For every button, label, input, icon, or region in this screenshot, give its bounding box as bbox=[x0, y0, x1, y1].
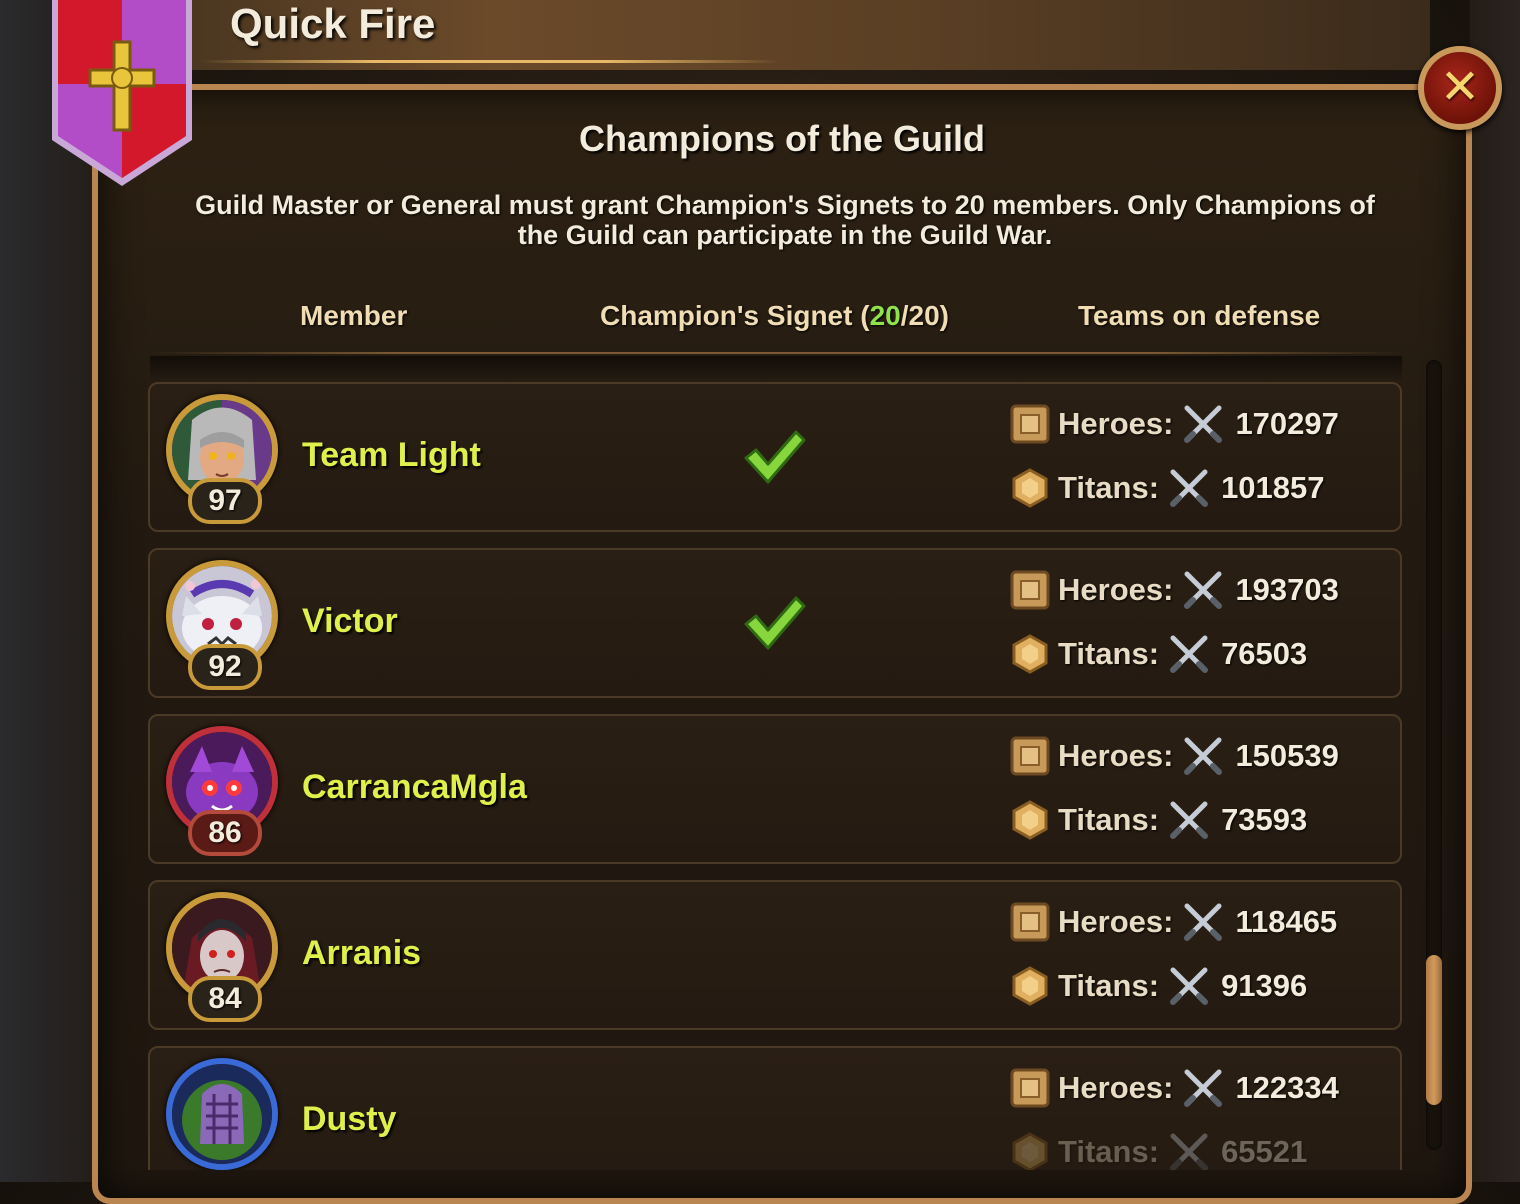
heroes-power: 150539 bbox=[1235, 738, 1339, 773]
heroes-label: Heroes: bbox=[1058, 406, 1174, 441]
heroes-defense-line: Heroes: 122334 bbox=[1010, 1066, 1339, 1110]
heroes-defense-line: Heroes: 193703 bbox=[1010, 568, 1339, 612]
dialog-title: Champions of the Guild bbox=[579, 118, 985, 159]
hero-team-icon bbox=[1010, 1068, 1050, 1108]
titan-team-icon bbox=[1012, 966, 1048, 1006]
signet-header-prefix: Champion's Signet ( bbox=[600, 300, 870, 331]
level-badge: 97 bbox=[188, 478, 262, 524]
checkmark-icon bbox=[744, 430, 806, 484]
crossed-swords-icon bbox=[1184, 405, 1223, 443]
heroes-label: Heroes: bbox=[1058, 1070, 1174, 1105]
hero-team-icon bbox=[1010, 570, 1050, 610]
crossed-swords-icon bbox=[1170, 801, 1209, 839]
guild-banner-icon bbox=[52, 0, 192, 186]
titans-power: 65521 bbox=[1221, 1134, 1308, 1169]
crossed-swords-icon bbox=[1184, 571, 1223, 609]
titans-label: Titans: bbox=[1058, 968, 1160, 1003]
member-name[interactable]: Dusty bbox=[302, 1100, 396, 1139]
crossed-swords-icon bbox=[1170, 635, 1209, 673]
crossed-swords-icon bbox=[1184, 903, 1223, 941]
titans-defense-line: Titans: 76503 bbox=[1010, 632, 1307, 676]
header-underline bbox=[200, 60, 780, 63]
heroes-defense-line: Heroes: 170297 bbox=[1010, 402, 1339, 446]
member-row[interactable]: 86 CarrancaMgla Heroes: 150539 Titans: 7… bbox=[148, 714, 1402, 864]
signet-total-count: /20) bbox=[900, 300, 949, 331]
signet-notice: Guild Master or General must grant Champ… bbox=[195, 190, 1375, 250]
member-name[interactable]: Arranis bbox=[302, 934, 421, 973]
member-row[interactable]: Dusty Heroes: 122334 Titans: 65521 bbox=[148, 1046, 1402, 1170]
crossed-swords-icon bbox=[1170, 469, 1209, 507]
member-name[interactable]: Victor bbox=[302, 602, 398, 641]
column-header-signet: Champion's Signet (20/20) bbox=[600, 300, 949, 332]
helmet-avatar-icon[interactable] bbox=[166, 1058, 278, 1170]
checkmark-icon bbox=[744, 596, 806, 650]
heroes-power: 122334 bbox=[1235, 1070, 1339, 1105]
column-header-member: Member bbox=[300, 300, 408, 331]
member-list[interactable]: 97 Team Light Heroes: 170297 Titans: 101… bbox=[140, 380, 1420, 1170]
titans-defense-line: Titans: 101857 bbox=[1010, 466, 1325, 510]
heroes-power: 193703 bbox=[1235, 572, 1339, 607]
level-badge: 92 bbox=[188, 644, 262, 690]
titans-power: 76503 bbox=[1221, 636, 1308, 671]
titans-power: 73593 bbox=[1221, 802, 1308, 837]
hero-team-icon bbox=[1010, 736, 1050, 776]
header-divider bbox=[150, 352, 1402, 354]
member-name[interactable]: Team Light bbox=[302, 436, 481, 475]
heroes-label: Heroes: bbox=[1058, 904, 1174, 939]
titans-label: Titans: bbox=[1058, 636, 1160, 671]
heroes-power: 170297 bbox=[1235, 406, 1339, 441]
titans-label: Titans: bbox=[1058, 470, 1160, 505]
crossed-swords-icon bbox=[1184, 737, 1223, 775]
heroes-defense-line: Heroes: 150539 bbox=[1010, 734, 1339, 778]
titans-label: Titans: bbox=[1058, 802, 1160, 837]
titan-team-icon bbox=[1012, 1132, 1048, 1170]
member-row[interactable]: 92 Victor Heroes: 193703 Titans: 76503 bbox=[148, 548, 1402, 698]
crossed-swords-icon bbox=[1170, 967, 1209, 1005]
titans-defense-line: Titans: 91396 bbox=[1010, 964, 1307, 1008]
list-top-shade bbox=[150, 356, 1402, 382]
scrollbar-thumb[interactable] bbox=[1426, 955, 1442, 1105]
guild-name: Quick Fire bbox=[230, 0, 436, 47]
member-name[interactable]: CarrancaMgla bbox=[302, 768, 527, 807]
level-badge: 86 bbox=[188, 810, 262, 856]
crossed-swords-icon bbox=[1170, 1133, 1209, 1170]
hero-team-icon bbox=[1010, 404, 1050, 444]
close-icon: ✕ bbox=[1439, 61, 1481, 114]
heroes-defense-line: Heroes: 118465 bbox=[1010, 900, 1337, 944]
titan-team-icon bbox=[1012, 634, 1048, 674]
titans-defense-line: Titans: 65521 bbox=[1010, 1130, 1307, 1170]
crossed-swords-icon bbox=[1184, 1069, 1223, 1107]
titans-defense-line: Titans: 73593 bbox=[1010, 798, 1307, 842]
member-row[interactable]: 97 Team Light Heroes: 170297 Titans: 101… bbox=[148, 382, 1402, 532]
titan-team-icon bbox=[1012, 800, 1048, 840]
titans-power: 91396 bbox=[1221, 968, 1308, 1003]
member-row[interactable]: 84 Arranis Heroes: 118465 Titans: 91396 bbox=[148, 880, 1402, 1030]
level-badge: 84 bbox=[188, 976, 262, 1022]
signet-granted-count: 20 bbox=[869, 300, 901, 331]
titans-label: Titans: bbox=[1058, 1134, 1160, 1169]
hero-team-icon bbox=[1010, 902, 1050, 942]
background-right bbox=[1470, 0, 1520, 1182]
heroes-label: Heroes: bbox=[1058, 738, 1174, 773]
heroes-power: 118465 bbox=[1235, 904, 1338, 939]
titans-power: 101857 bbox=[1221, 470, 1325, 505]
heroes-label: Heroes: bbox=[1058, 572, 1174, 607]
titan-team-icon bbox=[1012, 468, 1048, 508]
column-header-teams: Teams on defense bbox=[1078, 300, 1321, 331]
